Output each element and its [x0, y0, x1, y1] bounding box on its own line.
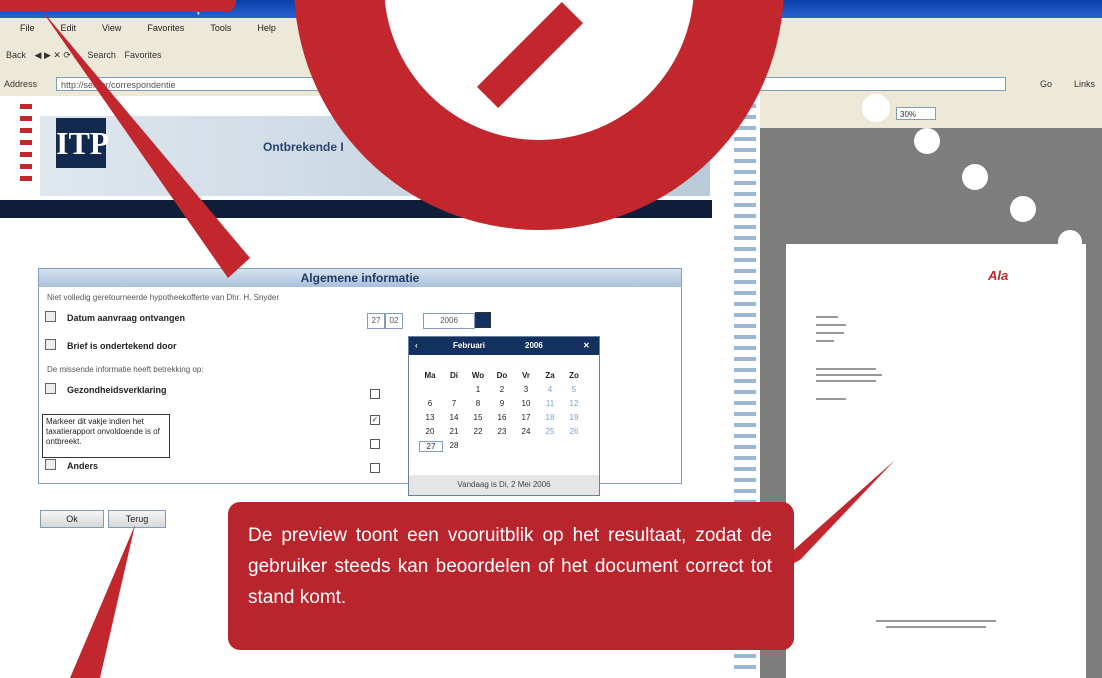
pointer-topleft-edge: [40, 8, 250, 278]
pointer-bottom: [70, 525, 135, 678]
explanation-callout: De preview toont een vooruitblik op het …: [228, 502, 794, 650]
